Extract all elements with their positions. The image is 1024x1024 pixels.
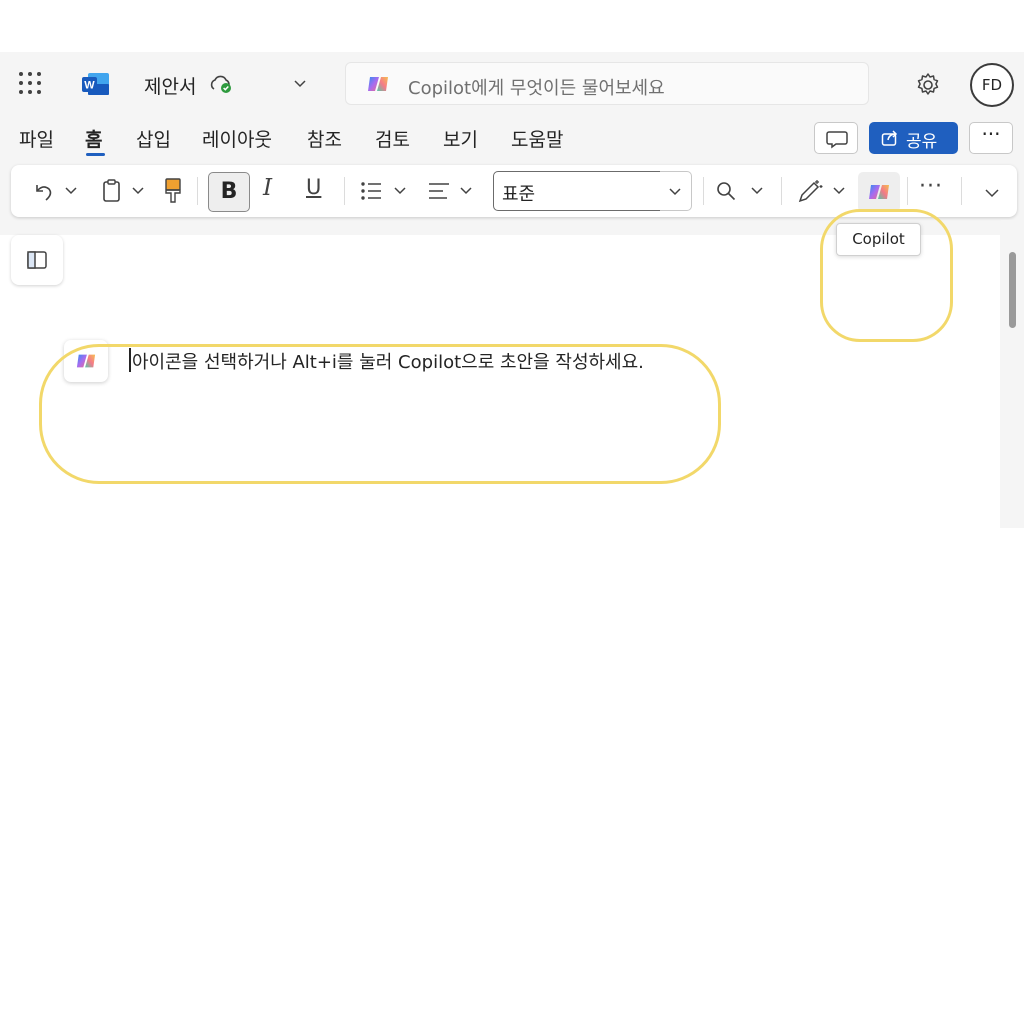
share-icon xyxy=(881,130,898,146)
title-bar: W 제안서 Copilot에게 무엇이든 물어보세요 FD xyxy=(0,52,1024,116)
format-painter-icon[interactable] xyxy=(163,177,183,205)
undo-chevron-icon[interactable] xyxy=(64,185,78,197)
highlight-copilot-annotation xyxy=(820,209,953,342)
italic-button[interactable]: I xyxy=(263,175,272,201)
tab-view[interactable]: 보기 xyxy=(443,125,478,152)
bullets-chevron-icon[interactable] xyxy=(393,185,407,197)
comments-button[interactable] xyxy=(814,122,858,154)
search-placeholder: Copilot에게 무엇이든 물어보세요 xyxy=(408,78,665,99)
app-launcher-icon[interactable] xyxy=(19,72,41,94)
underline-button[interactable]: U xyxy=(306,175,321,199)
nav-pane-icon xyxy=(27,251,47,269)
tab-help[interactable]: 도움말 xyxy=(511,125,563,152)
share-button[interactable]: 공유 xyxy=(869,122,958,154)
navigation-pane-button[interactable] xyxy=(11,235,63,285)
tab-review[interactable]: 검토 xyxy=(375,125,410,152)
align-chevron-icon[interactable] xyxy=(459,185,473,197)
cloud-saved-icon[interactable] xyxy=(209,73,235,95)
align-icon[interactable] xyxy=(427,179,451,203)
editor-icon[interactable] xyxy=(796,177,824,205)
style-selector[interactable]: 표준 xyxy=(493,171,661,211)
bold-button[interactable]: B xyxy=(208,172,250,212)
tab-file[interactable]: 파일 xyxy=(19,125,54,152)
copilot-icon xyxy=(368,77,388,91)
more-options-button[interactable]: ··· xyxy=(969,122,1013,154)
share-label: 공유 xyxy=(906,132,938,152)
editor-chevron-icon[interactable] xyxy=(832,185,846,197)
copilot-icon xyxy=(869,185,889,199)
style-dropdown-button[interactable] xyxy=(660,171,692,211)
search-input[interactable]: Copilot에게 무엇이든 물어보세요 xyxy=(345,62,869,105)
bullets-icon[interactable] xyxy=(359,179,383,203)
tab-layout[interactable]: 레이아웃 xyxy=(202,125,272,152)
scrollbar-thumb[interactable] xyxy=(1009,252,1016,328)
ribbon-collapse-icon[interactable] xyxy=(984,187,1000,199)
avatar[interactable]: FD xyxy=(970,63,1014,107)
undo-icon[interactable] xyxy=(31,179,55,203)
document-title[interactable]: 제안서 xyxy=(144,72,196,99)
ribbon-tabs: 파일 홈 삽입 레이아웃 참조 검토 보기 도움말 xyxy=(0,116,800,162)
svg-text:W: W xyxy=(84,80,95,92)
tab-references[interactable]: 참조 xyxy=(307,125,342,152)
chevron-down-icon[interactable] xyxy=(292,77,308,91)
tab-insert[interactable]: 삽입 xyxy=(136,125,171,152)
word-app-window: W 제안서 Copilot에게 무엇이든 물어보세요 FD 파일 홈 삽입 레이… xyxy=(0,52,1024,528)
word-logo-icon[interactable]: W xyxy=(82,72,110,96)
separator xyxy=(781,177,782,205)
comment-icon xyxy=(826,131,848,149)
separator xyxy=(961,177,962,205)
highlight-prompt-annotation xyxy=(39,344,721,484)
active-tab-indicator xyxy=(86,153,105,156)
copilot-button[interactable] xyxy=(858,172,900,212)
find-chevron-icon[interactable] xyxy=(750,185,764,197)
style-value: 표준 xyxy=(502,184,536,205)
chevron-down-icon xyxy=(669,188,681,196)
separator xyxy=(703,177,704,205)
clipboard-chevron-icon[interactable] xyxy=(131,185,145,197)
ribbon-more-button[interactable]: ··· xyxy=(919,174,943,199)
settings-icon[interactable] xyxy=(914,71,942,99)
clipboard-icon[interactable] xyxy=(101,178,123,204)
search-icon[interactable] xyxy=(715,180,737,202)
separator xyxy=(907,177,908,205)
separator xyxy=(197,177,198,205)
separator xyxy=(344,177,345,205)
tab-home[interactable]: 홈 xyxy=(85,125,102,152)
